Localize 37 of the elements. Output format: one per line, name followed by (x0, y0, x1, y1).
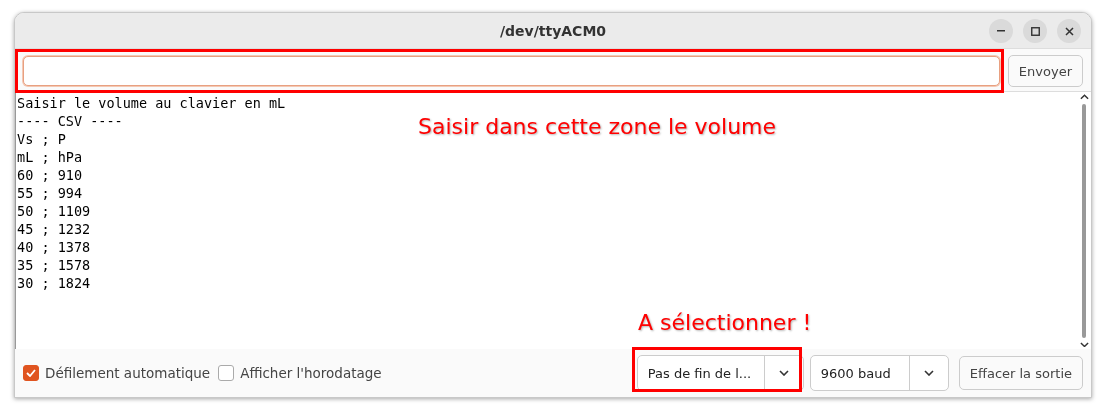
output-line: Saisir le volume au clavier en mL (17, 94, 286, 112)
close-icon (1064, 26, 1074, 36)
minimize-icon (997, 30, 1005, 32)
output-line: 35 ; 1578 (17, 256, 91, 274)
scrollbar-thumb[interactable] (1082, 104, 1086, 338)
output-line: 30 ; 1824 (17, 274, 91, 292)
line-ending-dropdown[interactable]: Pas de fin de l... (636, 355, 804, 391)
baud-value: 9600 baud (810, 356, 910, 390)
maximize-button[interactable] (1023, 19, 1047, 43)
line-ending-value: Pas de fin de l... (637, 356, 765, 390)
output-line: 50 ; 1109 (17, 202, 91, 220)
scroll-up-icon[interactable] (1079, 94, 1089, 100)
clear-output-button[interactable]: Effacer la sortie (958, 356, 1083, 390)
output-line: 45 ; 1232 (17, 220, 91, 238)
chevron-down-icon (923, 370, 934, 376)
output-line: mL ; hPa (17, 148, 83, 166)
output-line: ---- CSV ---- (17, 112, 123, 130)
output-line: Vs ; P (17, 130, 66, 148)
close-button[interactable] (1057, 19, 1081, 43)
output-line: 55 ; 994 (17, 184, 83, 202)
output-line: 60 ; 910 (17, 166, 83, 184)
checkbox-option[interactable]: Défilement automatique (23, 365, 211, 381)
checkbox[interactable] (23, 365, 39, 381)
check-icon (26, 369, 36, 377)
window-title: /dev/ttyACM0 (499, 22, 607, 39)
chevron-down-icon (778, 370, 789, 376)
checkbox-option[interactable]: Afficher l'horodatage (218, 365, 382, 381)
send-button[interactable]: Envoyer (1007, 55, 1083, 87)
annotation-text: A sélectionner ! (638, 310, 812, 335)
maximize-icon (1030, 26, 1040, 36)
input-field[interactable] (23, 56, 1000, 86)
minimize-button[interactable] (989, 19, 1013, 43)
scroll-down-icon (1079, 341, 1089, 347)
annotation-text: Saisir dans cette zone le volume (418, 114, 777, 139)
baud-dropdown[interactable]: 9600 baud (809, 355, 949, 391)
output-line: 40 ; 1378 (17, 238, 91, 256)
checkbox[interactable] (218, 365, 235, 381)
